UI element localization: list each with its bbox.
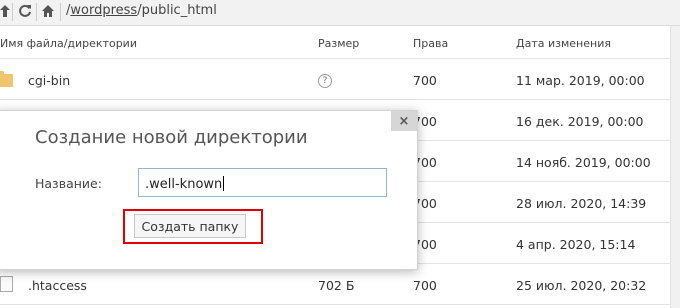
home-icon[interactable]	[39, 2, 57, 20]
size-value: 702 Б	[318, 278, 355, 293]
column-header-date[interactable]: Дата изменения	[516, 37, 611, 50]
path-toolbar: /wordpress/public_html	[0, 0, 680, 26]
directory-name-label: Название:	[35, 176, 102, 191]
column-header-name[interactable]: Имя файла/директории	[0, 37, 137, 50]
size-help-badge[interactable]: ?	[318, 71, 332, 88]
directory-name-input[interactable]: .well-known	[138, 168, 387, 197]
dialog-title: Создание новой директории	[35, 127, 308, 148]
date-value: 4 апр. 2020, 15:14	[516, 237, 636, 252]
file-name[interactable]: .htaccess	[28, 278, 87, 293]
table-header: Имя файла/директории Размер Права Дата и…	[0, 26, 670, 59]
column-header-size[interactable]: Размер	[318, 37, 359, 50]
date-value: 11 мар. 2019, 00:00	[516, 73, 645, 88]
date-value: 16 дек. 2019, 00:00	[516, 114, 644, 129]
table-row[interactable]: cgi-bin ? 700 11 мар. 2019, 00:00	[0, 59, 670, 100]
directory-name-value: .well-known	[145, 177, 223, 192]
create-folder-button[interactable]: Создать папку	[134, 214, 246, 238]
toolbar-divider	[60, 3, 61, 21]
breadcrumb-link-wordpress[interactable]: wordpress	[70, 3, 137, 18]
file-name[interactable]: cgi-bin	[28, 73, 70, 88]
column-header-rights[interactable]: Права	[413, 37, 448, 50]
refresh-icon[interactable]	[16, 2, 34, 20]
scrollbar[interactable]	[670, 26, 680, 308]
toolbar-divider	[12, 3, 13, 21]
text-caret	[223, 176, 225, 191]
breadcrumb-current: /public_html	[137, 3, 217, 18]
breadcrumb: /wordpress/public_html	[66, 3, 217, 18]
folder-icon	[0, 71, 13, 87]
table-row[interactable]: .htaccess 702 Б 700 25 июл. 2020, 20:32	[0, 264, 670, 305]
date-value: 28 июл. 2020, 14:39	[516, 196, 647, 211]
rights-value: 700	[413, 278, 437, 293]
date-value: 14 нояб. 2019, 00:00	[516, 155, 651, 170]
close-icon[interactable]: ×	[391, 111, 417, 131]
date-value: 25 июл. 2020, 20:32	[516, 278, 647, 293]
rights-value: 700	[413, 73, 437, 88]
file-icon	[0, 276, 13, 292]
toolbar-divider	[36, 3, 37, 21]
create-directory-dialog: × Создание новой директории Название: .w…	[0, 110, 418, 270]
